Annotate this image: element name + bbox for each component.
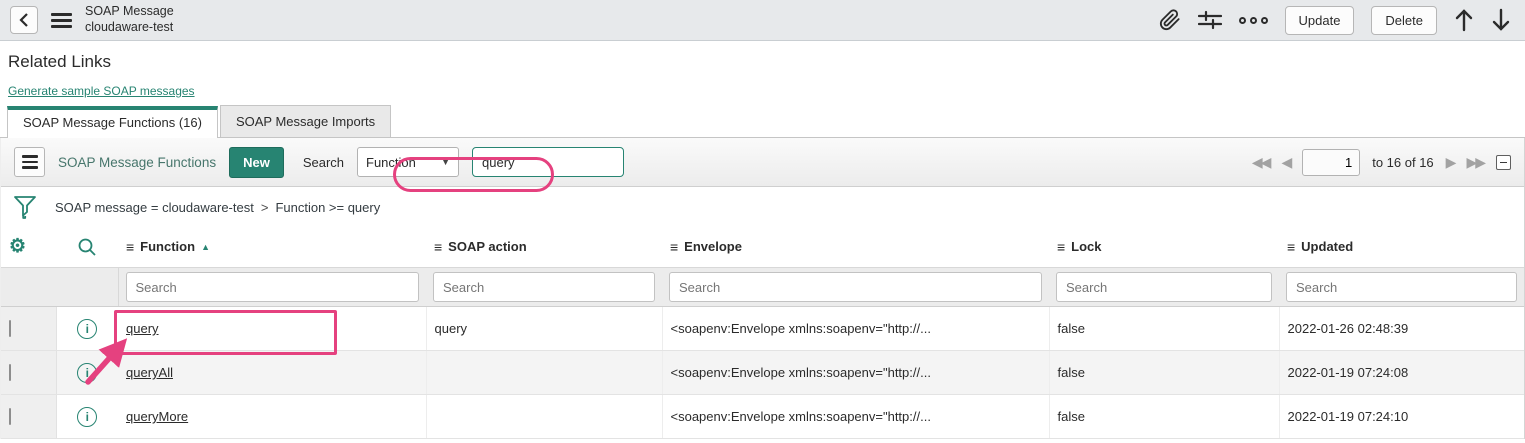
sliders-icon [1198,9,1222,31]
breadcrumb-filter-part1[interactable]: SOAP message = cloudaware-test [55,200,254,215]
previous-page-button[interactable]: ◀ [1281,154,1290,171]
related-links-heading: Related Links [8,52,1517,72]
record-type-title: SOAP Message [85,4,174,20]
last-page-button[interactable]: ▶▶ [1466,154,1484,171]
update-button[interactable]: Update [1285,6,1355,35]
table-row: i query query <soapenv:Envelope xmlns:so… [1,307,1524,351]
sort-ascending-icon: ▲ [201,242,210,252]
envelope-cell: <soapenv:Envelope xmlns:soapenv="http://… [662,351,1049,395]
previous-record-button[interactable] [1454,8,1474,32]
column-context-menu-icon: ≡ [434,239,442,255]
record-header: SOAP Message cloudaware-test Update Dele… [0,0,1525,41]
chevron-left-icon [18,13,30,27]
list-toolbar: SOAP Message Functions New Search Functi… [1,138,1524,187]
updated-cell: 2022-01-26 02:48:39 [1279,307,1524,351]
functions-table: ⚙ ≡ Function ▲ ≡ SOAP action ≡ Envelope … [1,227,1524,439]
new-button[interactable]: New [229,147,284,178]
function-link[interactable]: queryMore [126,409,188,424]
list-personalize-gear-icon[interactable]: ⚙ [9,236,26,257]
tab-soap-message-imports[interactable]: SOAP Message Imports [220,105,391,137]
list-pagination: ◀◀ ◀ to 16 of 16 ▶ ▶▶ [1252,149,1511,176]
list-context-menu-button[interactable] [14,147,45,177]
column-header-function[interactable]: ≡ Function ▲ [126,239,418,255]
updated-cell: 2022-01-19 07:24:08 [1279,351,1524,395]
column-header-lock[interactable]: ≡ Lock [1057,239,1271,255]
search-field-selected: Function [366,155,416,170]
search-field-select[interactable]: Function ▼ [357,147,459,177]
column-context-menu-icon: ≡ [126,239,134,255]
function-link[interactable]: query [126,321,159,336]
column-header-updated[interactable]: ≡ Updated [1287,239,1516,255]
delete-button[interactable]: Delete [1371,6,1437,35]
soap-action-column-search-input[interactable] [433,272,655,302]
filter-breadcrumb-row: SOAP message = cloudaware-test > Functio… [1,187,1524,227]
list-search-input[interactable] [472,147,624,177]
related-list-tabs: SOAP Message Functions (16) SOAP Message… [0,105,1525,138]
arrow-down-icon [1491,8,1511,32]
more-options-icon[interactable] [1239,17,1268,24]
form-context-menu-icon[interactable] [51,13,72,28]
lock-cell: false [1049,395,1279,439]
chevron-down-icon: ▼ [441,157,450,167]
related-links-section: Related Links Generate sample SOAP messa… [0,41,1525,105]
filter-funnel-icon[interactable] [14,195,36,219]
function-link[interactable]: queryAll [126,365,173,380]
next-record-button[interactable] [1491,8,1511,32]
record-preview-info-icon[interactable]: i [77,363,97,383]
updated-column-search-input[interactable] [1286,272,1517,302]
next-page-button[interactable]: ▶ [1446,154,1455,171]
table-row: i queryMore <soapenv:Envelope xmlns:soap… [1,395,1524,439]
column-search-row [1,268,1524,307]
row-checkbox[interactable] [9,408,11,425]
envelope-column-search-input[interactable] [669,272,1042,302]
search-label: Search [303,155,344,170]
record-preview-info-icon[interactable]: i [77,319,97,339]
record-preview-info-icon[interactable]: i [77,407,97,427]
tab-soap-message-functions[interactable]: SOAP Message Functions (16) [7,106,218,138]
column-header-row: ⚙ ≡ Function ▲ ≡ SOAP action ≡ Envelope … [1,227,1524,268]
updated-cell: 2022-01-19 07:24:10 [1279,395,1524,439]
record-name-subtitle: cloudaware-test [85,20,174,36]
row-checkbox[interactable] [9,320,11,337]
column-search-toggle-icon[interactable] [77,237,97,257]
column-header-envelope[interactable]: ≡ Envelope [670,239,1041,255]
lock-cell: false [1049,351,1279,395]
hamburger-icon [22,155,38,169]
lock-column-search-input[interactable] [1056,272,1272,302]
column-context-menu-icon: ≡ [670,239,678,255]
paperclip-icon [1159,9,1181,31]
minimize-list-button[interactable] [1496,155,1511,170]
personalize-form-button[interactable] [1198,9,1222,31]
breadcrumb-filter-part2[interactable]: Function >= query [275,200,380,215]
soap-message-functions-list: SOAP Message Functions New Search Functi… [0,138,1525,439]
envelope-cell: <soapenv:Envelope xmlns:soapenv="http://… [662,307,1049,351]
page-number-input[interactable] [1302,149,1360,176]
back-button[interactable] [10,6,38,34]
lock-cell: false [1049,307,1279,351]
breadcrumb-separator: > [254,200,276,215]
row-range-text: to 16 of 16 [1372,155,1433,170]
function-column-search-input[interactable] [126,272,420,302]
envelope-cell: <soapenv:Envelope xmlns:soapenv="http://… [662,395,1049,439]
row-checkbox[interactable] [9,364,11,381]
soap-action-cell: query [426,307,662,351]
generate-sample-soap-messages-link[interactable]: Generate sample SOAP messages [8,84,195,98]
table-row: i queryAll <soapenv:Envelope xmlns:soape… [1,351,1524,395]
attachment-button[interactable] [1159,9,1181,31]
soap-action-cell [426,395,662,439]
record-title-block: SOAP Message cloudaware-test [85,4,174,35]
column-context-menu-icon: ≡ [1287,239,1295,255]
soap-action-cell [426,351,662,395]
column-context-menu-icon: ≡ [1057,239,1065,255]
first-page-button[interactable]: ◀◀ [1252,154,1270,171]
arrow-up-icon [1454,8,1474,32]
column-header-soap-action[interactable]: ≡ SOAP action [434,239,654,255]
list-title: SOAP Message Functions [58,155,216,170]
